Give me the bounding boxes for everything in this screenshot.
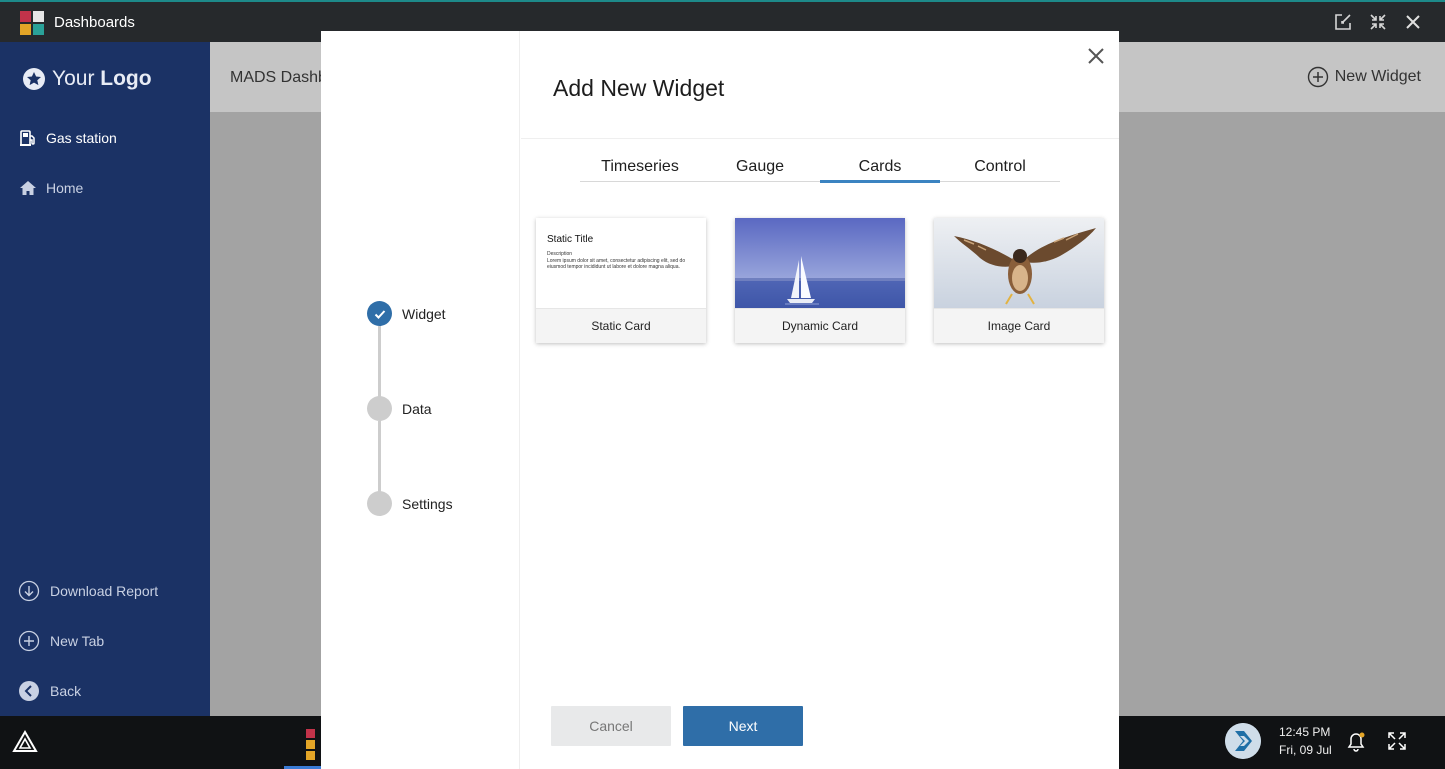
tab-control[interactable]: Control: [940, 155, 1060, 181]
static-card-option[interactable]: Static Title Description Lorem ipsum dol…: [536, 218, 706, 343]
back-circle-icon: [19, 681, 39, 701]
dashboard-title: MADS Dashb: [230, 69, 327, 86]
step-pending-dot: [367, 491, 392, 516]
avatar-logo-icon: [1225, 723, 1261, 759]
next-button[interactable]: Next: [683, 706, 803, 746]
download-circle-icon: [18, 580, 40, 602]
card-label: Static Card: [536, 308, 706, 343]
dynamic-card-option[interactable]: Dynamic Card: [735, 218, 905, 343]
clock-time: 12:45 PM: [1279, 725, 1331, 739]
star-icon: [23, 68, 45, 90]
new-tab-label: New Tab: [50, 633, 105, 649]
logo-text-logo: Logo: [100, 67, 152, 90]
card-label: Image Card: [934, 308, 1104, 343]
window-title: Dashboards: [54, 14, 135, 31]
popout-window-icon[interactable]: [1333, 12, 1353, 32]
dialog-title: Add New Widget: [553, 75, 725, 101]
home-icon: [20, 181, 36, 195]
plus-circle-icon: [1307, 66, 1328, 88]
new-widget-button[interactable]: New Widget: [1307, 66, 1421, 88]
user-avatar[interactable]: [1225, 723, 1261, 759]
notification-bell-icon[interactable]: [1345, 731, 1367, 753]
cancel-button[interactable]: Cancel: [551, 706, 671, 746]
preview-description-heading: Description: [547, 251, 573, 257]
tab-cards[interactable]: Cards: [820, 155, 940, 183]
step-widget: Widget: [367, 301, 446, 326]
stepper: Widget Data Settings: [321, 31, 520, 769]
sidebar-item-label: Gas station: [46, 130, 117, 146]
step-data: Data: [367, 396, 432, 421]
start-menu-icon[interactable]: [12, 730, 38, 754]
taskbar-app-dashboards[interactable]: [284, 716, 324, 769]
add-widget-dialog: Widget Data Settings Add New Widget Time…: [321, 31, 1119, 769]
step-label: Settings: [402, 495, 453, 512]
step-pending-dot: [367, 396, 392, 421]
preview-description: Lorem ipsum dolor sit amet, consectetur …: [547, 258, 686, 270]
sidebar: Your Logo Gas station Home Download Repo…: [0, 42, 210, 716]
sidebar-item-label: Home: [46, 180, 84, 196]
back-label: Back: [50, 683, 82, 699]
download-report-label: Download Report: [50, 583, 159, 599]
falcon-image: [934, 218, 1104, 308]
sidebar-item-gas-station[interactable]: Gas station: [18, 128, 117, 148]
minimize-window-icon[interactable]: [1368, 12, 1388, 32]
gas-pump-icon: [20, 130, 35, 146]
step-label: Widget: [402, 305, 446, 322]
static-card-preview: Static Title Description Lorem ipsum dol…: [536, 218, 706, 308]
preview-title: Static Title: [547, 234, 594, 245]
tab-timeseries[interactable]: Timeseries: [580, 155, 700, 181]
new-tab-button[interactable]: New Tab: [18, 630, 104, 652]
card-label: Dynamic Card: [735, 308, 905, 343]
logo-text-your: Your: [52, 67, 95, 90]
header-divider: [521, 138, 1119, 139]
step-label: Data: [402, 400, 432, 417]
company-logo: Your Logo: [22, 66, 152, 92]
tab-gauge[interactable]: Gauge: [700, 155, 820, 181]
back-button[interactable]: Back: [18, 680, 81, 702]
clock-date: Fri, 09 Jul: [1279, 743, 1332, 757]
close-window-icon[interactable]: [1403, 12, 1423, 32]
sidebar-item-home[interactable]: Home: [18, 178, 83, 198]
new-widget-label: New Widget: [1334, 68, 1421, 85]
widget-type-tabs: Timeseries Gauge Cards Control: [580, 155, 1060, 183]
dashboards-app-icon: [20, 11, 44, 35]
plus-circle-icon: [18, 630, 40, 652]
step-settings: Settings: [367, 491, 453, 516]
download-report-button[interactable]: Download Report: [18, 580, 158, 602]
sailboat-image: [735, 218, 905, 308]
image-card-option[interactable]: Image Card: [934, 218, 1104, 343]
close-dialog-icon[interactable]: [1086, 46, 1106, 66]
fullscreen-icon[interactable]: [1387, 731, 1407, 751]
step-complete-check-icon: [367, 301, 392, 326]
